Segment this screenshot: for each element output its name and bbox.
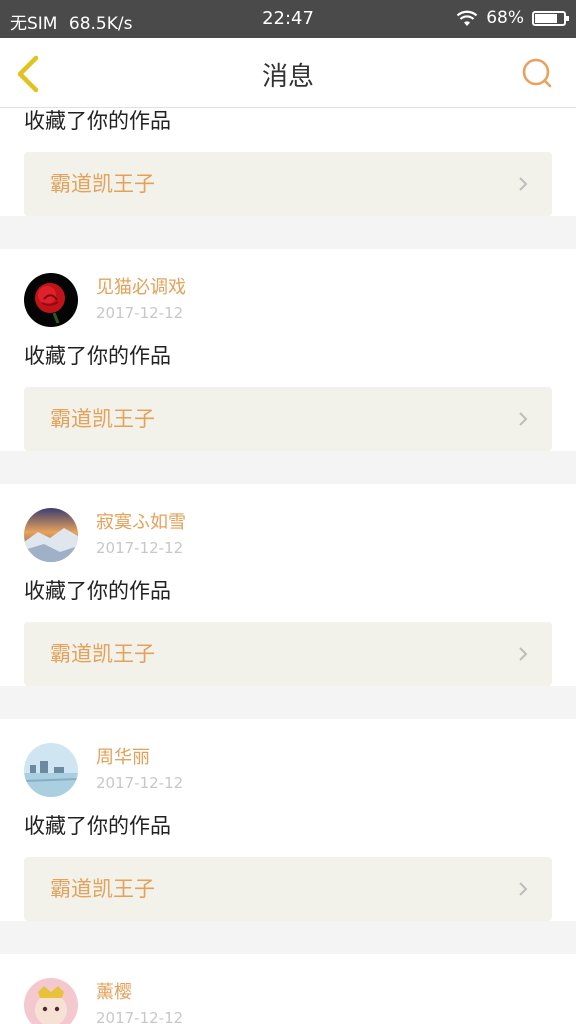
avatar[interactable] xyxy=(24,743,78,797)
message-header: 见猫必调戏 2017-12-12 xyxy=(24,249,552,327)
message-date: 2017-12-12 xyxy=(96,304,184,322)
nav-bar: 消息 xyxy=(0,38,576,108)
message-action: 收藏了你的作品 xyxy=(24,814,171,838)
message-card: 寂寞ふ如雪 2017-12-12 收藏了你的作品 霸道凯王子 xyxy=(0,484,576,686)
search-icon[interactable] xyxy=(520,56,554,90)
chevron-right-icon xyxy=(519,882,528,896)
message-card: 周华丽 2017-12-12 收藏了你的作品 霸道凯王子 xyxy=(0,719,576,921)
message-date: 2017-12-12 xyxy=(96,539,184,557)
avatar[interactable] xyxy=(24,508,78,562)
message-card: 收藏了你的作品 霸道凯王子 xyxy=(0,108,576,216)
username[interactable]: 见猫必调戏 xyxy=(96,277,186,299)
divider xyxy=(0,467,576,484)
work-title: 霸道凯王子 xyxy=(50,407,155,431)
chevron-right-icon xyxy=(519,177,528,191)
message-action: 收藏了你的作品 xyxy=(24,109,171,133)
chevron-right-icon xyxy=(519,647,528,661)
username[interactable]: 寂寞ふ如雪 xyxy=(96,512,186,534)
work-link[interactable]: 霸道凯王子 xyxy=(24,622,552,686)
work-link[interactable]: 霸道凯王子 xyxy=(24,387,552,451)
message-header: 周华丽 2017-12-12 xyxy=(24,719,552,797)
status-bar: 无SIM 68.5K/s 22:47 68% xyxy=(0,0,576,38)
message-header: 寂寞ふ如雪 2017-12-12 xyxy=(24,484,552,562)
avatar[interactable] xyxy=(24,273,78,327)
battery-percent: 68% xyxy=(486,8,524,28)
message-card: 见猫必调戏 2017-12-12 收藏了你的作品 霸道凯王子 xyxy=(0,249,576,451)
chevron-right-icon xyxy=(519,412,528,426)
wifi-icon xyxy=(456,10,478,26)
message-header: 薰樱 2017-12-12 xyxy=(24,954,552,1024)
status-right: 68% xyxy=(456,8,569,28)
work-link[interactable]: 霸道凯王子 xyxy=(24,152,552,216)
avatar[interactable] xyxy=(24,978,78,1024)
page-title: 消息 xyxy=(261,62,314,92)
divider xyxy=(0,937,576,954)
message-date: 2017-12-12 xyxy=(96,774,184,792)
divider xyxy=(0,702,576,719)
work-title: 霸道凯王子 xyxy=(50,172,155,196)
message-list[interactable]: 收藏了你的作品 霸道凯王子 见猫必调戏 2017-12-12 收藏了你的作品 霸… xyxy=(0,108,576,1024)
username[interactable]: 周华丽 xyxy=(96,747,183,769)
message-action: 收藏了你的作品 xyxy=(24,579,171,603)
divider xyxy=(0,232,576,249)
work-title: 霸道凯王子 xyxy=(50,642,155,666)
work-link[interactable]: 霸道凯王子 xyxy=(24,857,552,921)
message-action: 收藏了你的作品 xyxy=(24,344,171,368)
username[interactable]: 薰樱 xyxy=(96,982,183,1004)
battery-icon xyxy=(532,10,569,26)
message-date: 2017-12-12 xyxy=(96,1009,184,1024)
work-title: 霸道凯王子 xyxy=(50,877,155,901)
message-card: 薰樱 2017-12-12 xyxy=(0,954,576,1024)
